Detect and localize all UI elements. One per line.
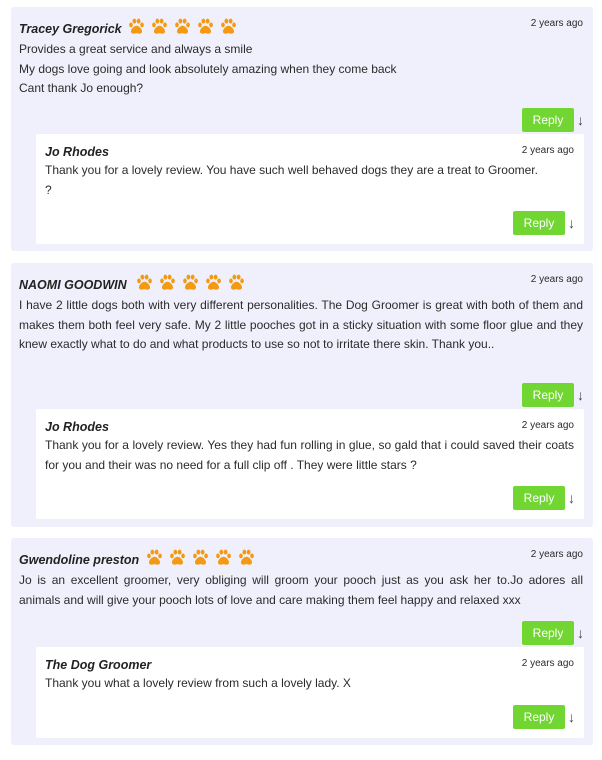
review-card: Tracey Gregorick 2 years ago Provides a … <box>11 7 593 251</box>
owner-reply: Jo Rhodes 2 years ago Thank you for a lo… <box>36 134 584 244</box>
reply-author: The Dog Groomer <box>45 658 152 672</box>
review-author: NAOMI GOODWIN <box>19 278 127 292</box>
reply-author: Jo Rhodes <box>45 145 109 159</box>
paw-icon <box>158 273 177 292</box>
paw-icon <box>173 17 192 36</box>
arrow-down-icon[interactable]: ↓ <box>577 626 584 640</box>
reply-action: Reply ↓ <box>513 705 575 729</box>
reply-author: Jo Rhodes <box>45 420 109 434</box>
paw-icon <box>227 273 246 292</box>
reply-button[interactable]: Reply <box>513 705 565 729</box>
paw-icon <box>145 548 164 567</box>
review-text: Jo is an excellent groomer, very obligin… <box>19 573 583 607</box>
paw-icon <box>127 17 146 36</box>
arrow-down-icon[interactable]: ↓ <box>577 113 584 127</box>
review-line: Provides a great service and always a sm… <box>19 42 253 56</box>
reply-action: Reply ↓ <box>522 383 584 407</box>
reply-timestamp: 2 years ago <box>521 420 574 431</box>
reply-button[interactable]: Reply <box>513 211 565 235</box>
owner-reply: Jo Rhodes 2 years ago Thank you for a lo… <box>36 409 584 519</box>
arrow-down-icon[interactable]: ↓ <box>568 491 575 505</box>
review-text: Provides a great service and always a sm… <box>19 40 583 99</box>
reply-line: ? <box>45 182 52 197</box>
star-rating <box>127 17 238 36</box>
review-line: Cant thank Jo enough? <box>19 81 144 95</box>
reply-button[interactable]: Reply <box>522 108 574 132</box>
review-line: My dogs love going and look absolutely a… <box>19 61 397 76</box>
review-card: NAOMI GOODWIN 2 years ago I have 2 littl… <box>11 263 593 527</box>
reply-timestamp: 2 years ago <box>521 145 574 156</box>
owner-reply: The Dog Groomer 2 years ago Thank you wh… <box>36 647 584 738</box>
reply-line: Thank you for a lovely review. You have … <box>45 163 538 177</box>
review-author: Tracey Gregorick <box>19 22 122 36</box>
reply-action: Reply ↓ <box>513 486 575 510</box>
reply-button[interactable]: Reply <box>522 383 574 407</box>
review-text: I have 2 little dogs both with very diff… <box>19 298 583 351</box>
review-timestamp: 2 years ago <box>530 18 583 29</box>
paw-icon <box>214 548 233 567</box>
reply-timestamp: 2 years ago <box>521 658 574 669</box>
arrow-down-icon[interactable]: ↓ <box>577 388 584 402</box>
reply-action: Reply ↓ <box>513 211 575 235</box>
paw-icon <box>191 548 210 567</box>
paw-icon <box>237 548 256 567</box>
paw-icon <box>135 273 154 292</box>
reply-action: Reply ↓ <box>522 621 584 645</box>
reply-action: Reply ↓ <box>522 108 584 132</box>
review-timestamp: 2 years ago <box>530 549 583 560</box>
star-rating <box>145 548 256 567</box>
review-author: Gwendoline preston <box>19 553 140 567</box>
paw-icon <box>196 17 215 36</box>
paw-icon <box>181 273 200 292</box>
arrow-down-icon[interactable]: ↓ <box>568 216 575 230</box>
paw-icon <box>150 17 169 36</box>
paw-icon <box>204 273 223 292</box>
arrow-down-icon[interactable]: ↓ <box>568 710 575 724</box>
reply-text: Thank you for a lovely review. Yes they … <box>45 438 574 472</box>
reply-button[interactable]: Reply <box>522 621 574 645</box>
star-rating <box>135 273 246 292</box>
reply-text: Thank you for a lovely review. You have … <box>45 161 574 200</box>
review-timestamp: 2 years ago <box>530 274 583 285</box>
paw-icon <box>219 17 238 36</box>
paw-icon <box>168 548 187 567</box>
review-card: Gwendoline preston 2 years ago Jo is an … <box>11 538 593 745</box>
reply-button[interactable]: Reply <box>513 486 565 510</box>
reply-text: Thank you what a lovely review from such… <box>45 676 351 690</box>
